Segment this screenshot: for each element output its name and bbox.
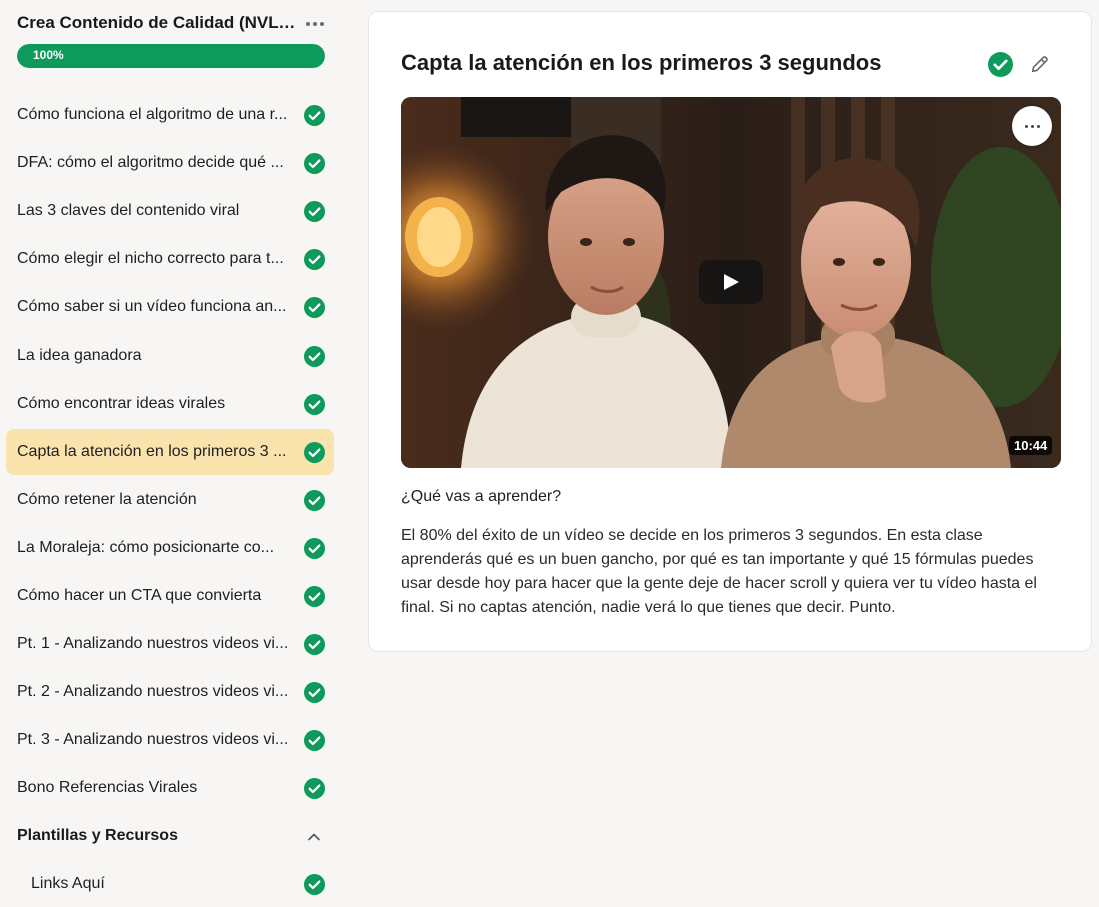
completed-check-icon [304, 249, 325, 271]
course-progress-label: 100% [33, 48, 64, 62]
completed-check-icon [304, 730, 325, 752]
lesson-label: La idea ganadora [17, 346, 142, 364]
lesson-label: Pt. 2 - Analizando nuestros videos vi... [17, 683, 289, 701]
lesson-label: Cómo hacer un CTA que convierta [17, 587, 262, 604]
lesson-label: Pt. 1 - Analizando nuestros videos vi... [17, 635, 289, 653]
course-more-options-button[interactable] [303, 14, 327, 34]
course-title: Crea Contenido de Calidad (NVL ... [17, 13, 297, 32]
lesson-item[interactable]: Cómo elegir el nicho correcto para t... [6, 236, 334, 282]
dot-icon [1024, 124, 1028, 128]
learn-subheading: ¿Qué vas a aprender? [401, 488, 562, 505]
lesson-item[interactable]: Pt. 1 - Analizando nuestros videos vi... [6, 621, 334, 667]
lesson-label: Cómo saber si un vídeo funciona an... [17, 298, 287, 316]
completed-check-icon [304, 682, 325, 704]
lesson-label: DFA: cómo el algoritmo decide qué ... [17, 154, 284, 172]
completed-check-icon [304, 586, 325, 607]
pencil-edit-icon[interactable] [1029, 53, 1051, 75]
completed-check-icon[interactable] [988, 52, 1013, 77]
dot-icon [1030, 124, 1034, 128]
completed-check-icon [304, 201, 325, 223]
lesson-item-active[interactable]: Capta la atención en los primeros 3 ... [6, 428, 334, 475]
play-button[interactable] [699, 260, 763, 304]
completed-check-icon [304, 874, 325, 895]
lesson-item[interactable]: Cómo encontrar ideas virales [6, 381, 334, 427]
lesson-item[interactable]: La idea ganadora [6, 333, 334, 379]
completed-check-icon [304, 778, 325, 800]
chevron-up-icon[interactable] [306, 829, 322, 845]
lesson-item[interactable]: Pt. 2 - Analizando nuestros videos vi... [6, 669, 334, 715]
lesson-item[interactable]: Cómo funciona el algoritmo de una r... [6, 92, 334, 138]
section-plantillas-y-recursos[interactable]: Plantillas y Recursos [6, 813, 334, 859]
dot-icon [306, 22, 310, 26]
lesson-label: Cómo elegir el nicho correcto para t... [17, 250, 284, 268]
lesson-label: Capta la atención en los primeros 3 ... [17, 442, 287, 460]
lesson-label: La Moraleja: cómo posicionarte co... [17, 538, 275, 556]
completed-check-icon [304, 297, 325, 319]
completed-check-icon [304, 537, 325, 559]
completed-check-icon [304, 441, 325, 463]
dot-icon [1036, 124, 1040, 128]
lesson-description: El 80% del éxito de un vídeo se decide e… [401, 527, 1037, 616]
lesson-item[interactable]: Cómo saber si un vídeo funciona an... [6, 284, 334, 330]
lesson-item[interactable]: Bono Referencias Virales [6, 765, 334, 811]
completed-check-icon [304, 393, 325, 415]
completed-check-icon [304, 634, 325, 656]
lesson-item[interactable]: Links Aquí [6, 861, 334, 907]
lesson-item[interactable]: La Moraleja: cómo posicionarte co... [6, 525, 334, 571]
completed-check-icon [304, 489, 325, 511]
video-player[interactable]: 10:44 [401, 97, 1061, 468]
lesson-title: Capta la atención en los primeros 3 segu… [401, 50, 882, 75]
dot-icon [313, 22, 317, 26]
lesson-item[interactable]: Pt. 3 - Analizando nuestros videos vi... [6, 717, 334, 763]
lesson-label: Cómo retener la atención [17, 490, 197, 508]
lesson-content-card: Capta la atención en los primeros 3 segu… [368, 11, 1092, 652]
lesson-label: Cómo funciona el algoritmo de una r... [17, 106, 288, 123]
completed-check-icon [304, 345, 325, 367]
lesson-label: Links Aquí [31, 875, 105, 892]
lesson-item[interactable]: Cómo hacer un CTA que convierta [6, 573, 334, 619]
section-label: Plantillas y Recursos [17, 827, 178, 844]
completed-check-icon [304, 153, 325, 175]
completed-check-icon [304, 105, 325, 126]
video-duration: 10:44 [1009, 436, 1053, 455]
course-sidebar: Crea Contenido de Calidad (NVL ... 100% … [0, 0, 345, 898]
course-progress-bar: 100% [17, 44, 325, 68]
lesson-item[interactable]: Las 3 claves del contenido viral [6, 188, 334, 234]
video-more-options-button[interactable] [1012, 106, 1052, 146]
lesson-label: Bono Referencias Virales [17, 779, 198, 797]
play-icon [724, 274, 739, 290]
dot-icon [320, 22, 324, 26]
lesson-label: Pt. 3 - Analizando nuestros videos vi... [17, 731, 289, 749]
lesson-item[interactable]: DFA: cómo el algoritmo decide qué ... [6, 140, 334, 186]
lesson-label: Las 3 claves del contenido viral [17, 202, 240, 220]
lesson-item[interactable]: Cómo retener la atención [6, 477, 334, 523]
lesson-label: Cómo encontrar ideas virales [17, 394, 226, 412]
